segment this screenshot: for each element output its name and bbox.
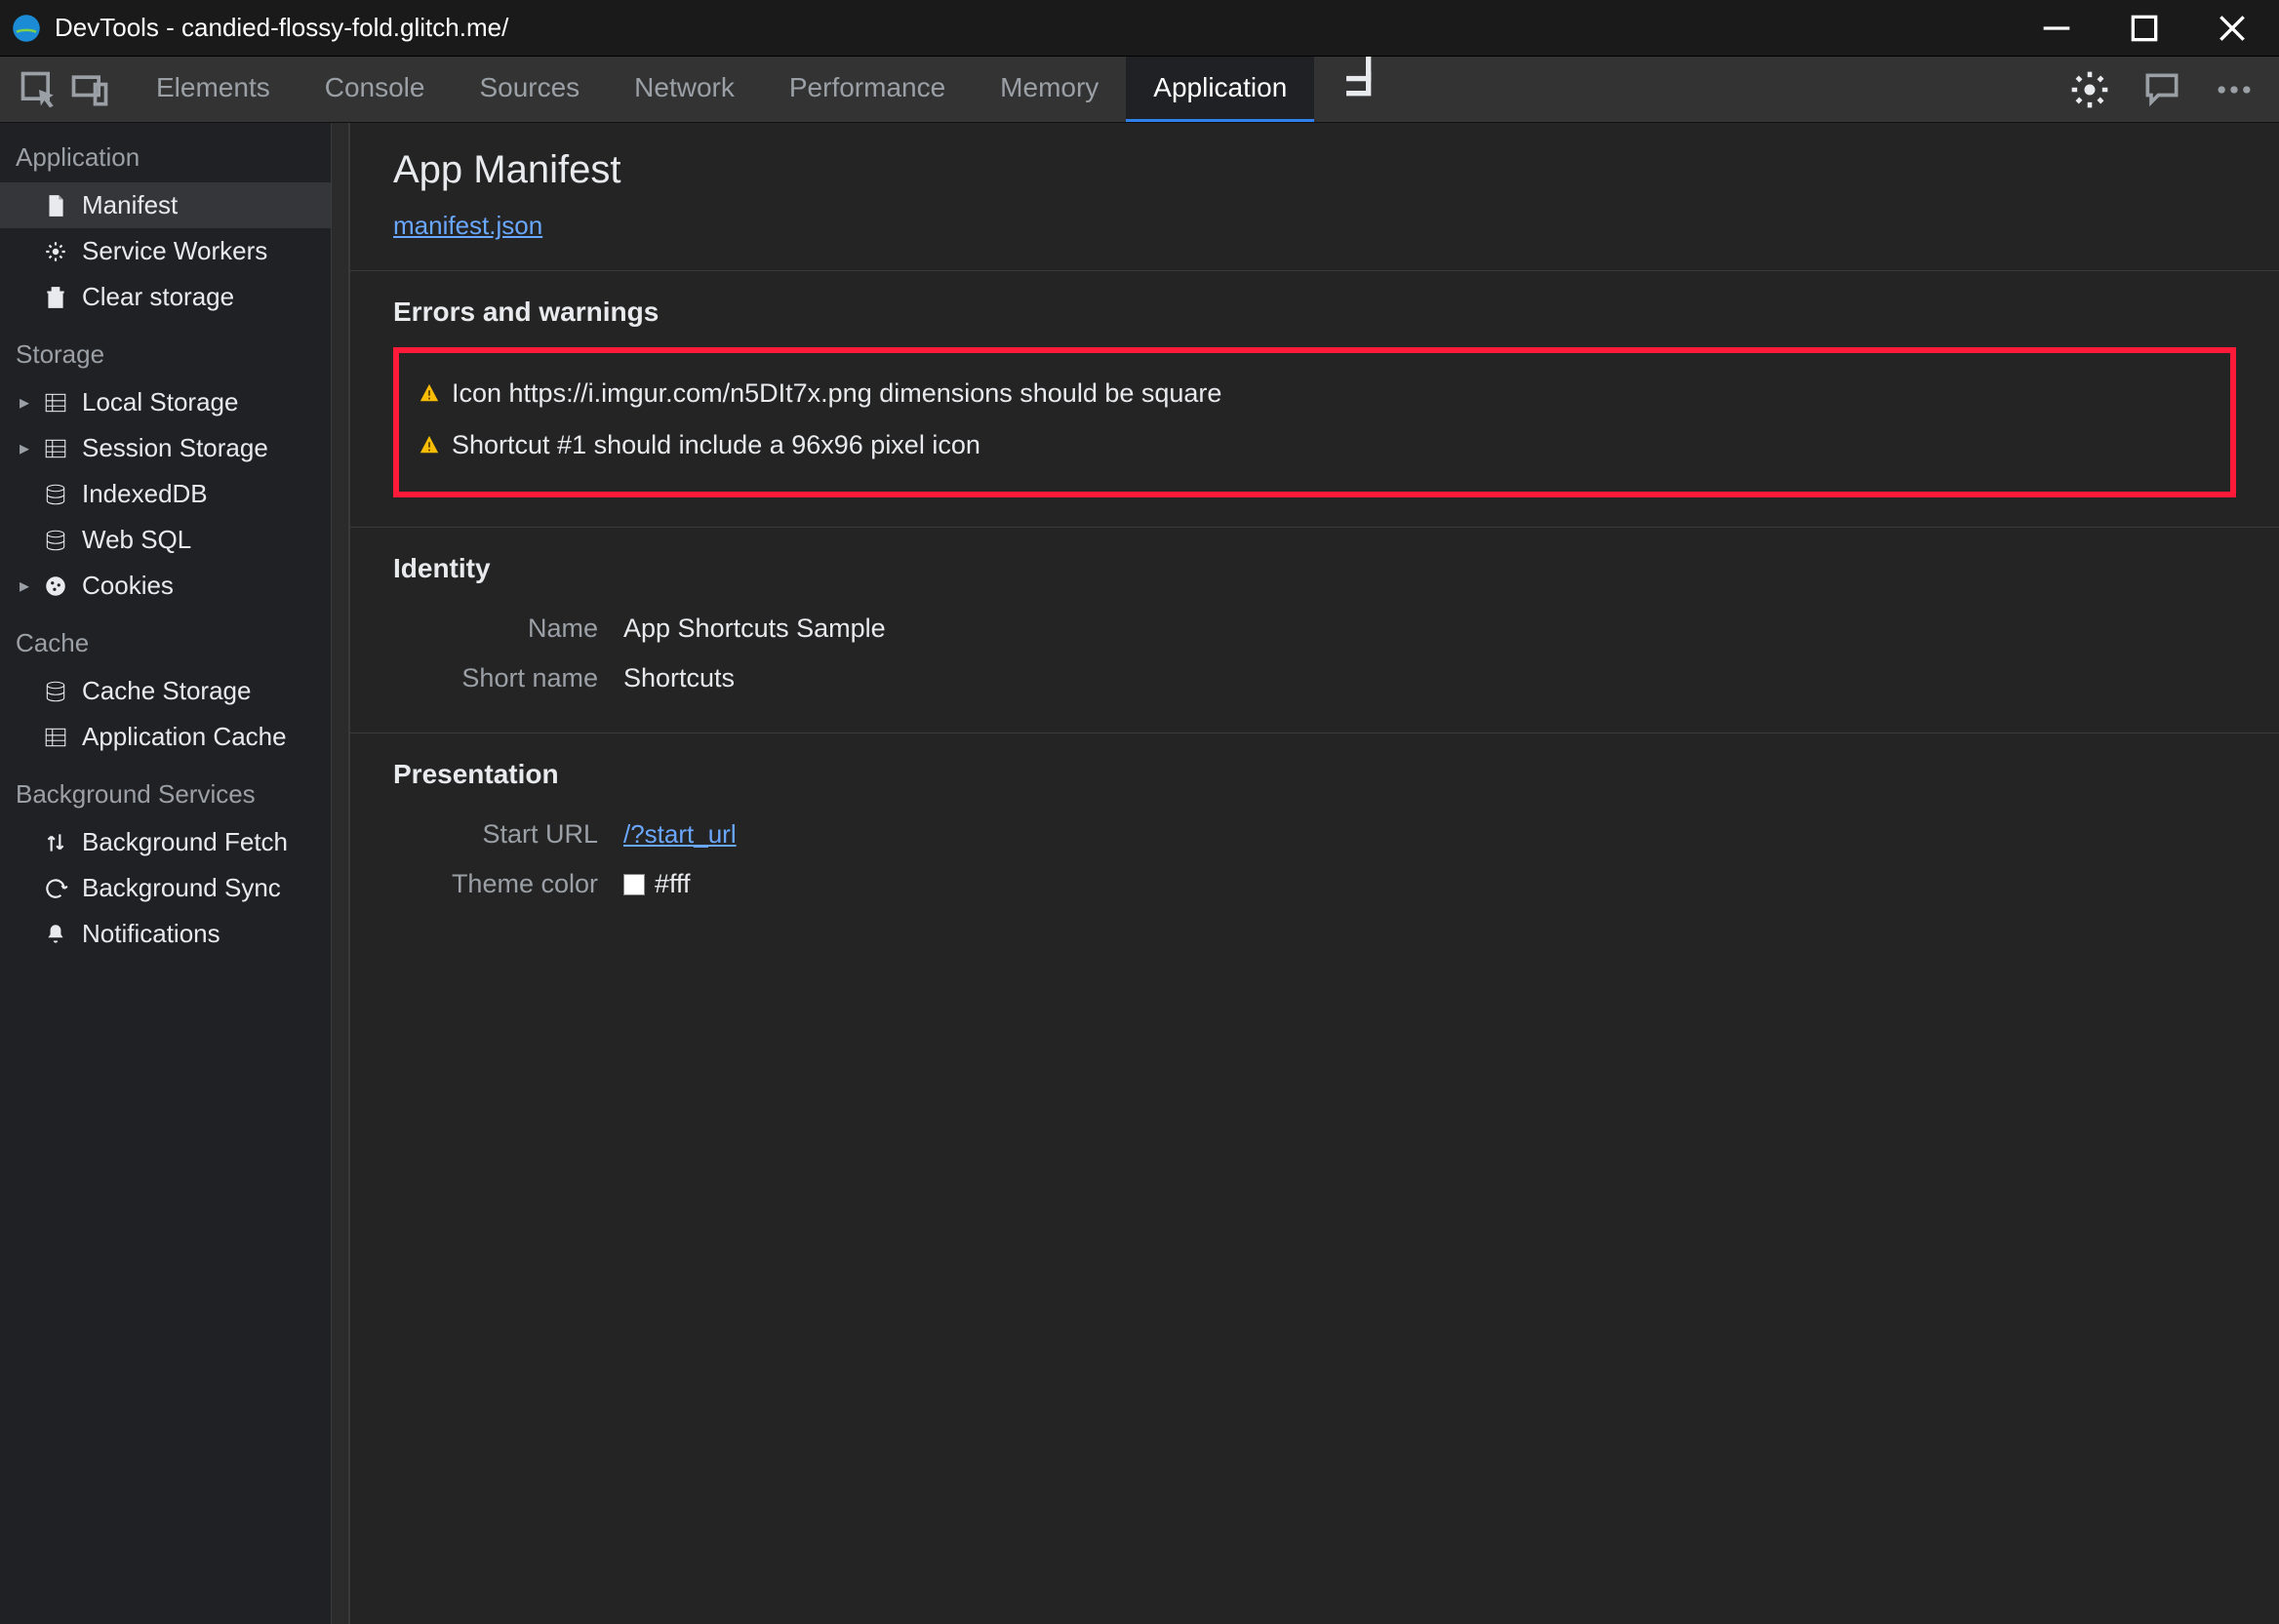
sidebar-item-indexeddb[interactable]: IndexedDB [0, 471, 331, 517]
sidebar-heading-cache: Cache [0, 609, 331, 668]
sidebar-heading-storage: Storage [0, 320, 331, 379]
start-url-label: Start URL [393, 819, 598, 850]
resize-handle[interactable] [332, 123, 349, 1624]
sidebar-item-cookies[interactable]: Cookies [0, 563, 331, 609]
content: App Manifest manifest.json Errors and wa… [349, 123, 2279, 1624]
gear-icon [43, 239, 68, 264]
tab-elements[interactable]: Elements [129, 57, 298, 122]
sidebar-item-label: Session Storage [82, 433, 268, 463]
grid-icon [43, 725, 68, 750]
sync-icon [43, 876, 68, 901]
sidebar-item-application-cache[interactable]: Application Cache [0, 714, 331, 760]
sidebar-item-label: Background Fetch [82, 827, 288, 857]
grid-icon [43, 390, 68, 416]
arrows-vert-icon [43, 830, 68, 855]
warnings-highlight: Icon https://i.imgur.com/n5DIt7x.png dim… [393, 347, 2236, 497]
sidebar-item-background-sync[interactable]: Background Sync [0, 865, 331, 911]
sidebar-item-session-storage[interactable]: Session Storage [0, 425, 331, 471]
window-title: DevTools - candied-flossy-fold.glitch.me… [55, 13, 2031, 43]
tab-application[interactable]: Application [1126, 57, 1314, 122]
tabs: Elements Console Sources Network Perform… [129, 57, 2060, 122]
color-swatch [623, 874, 645, 895]
identity-short-name-value: Shortcuts [623, 663, 735, 693]
toolbar-right [2068, 68, 2261, 111]
theme-color-value: #fff [623, 869, 691, 899]
section-presentation: Presentation Start URL /?start_url Theme… [350, 733, 2279, 938]
database-icon [43, 482, 68, 507]
sidebar-item-label: Web SQL [82, 525, 191, 555]
section-identity: Identity Name App Shortcuts Sample Short… [350, 527, 2279, 733]
tab-network[interactable]: Network [607, 57, 762, 122]
devtools-toolbar: Elements Console Sources Network Perform… [0, 57, 2279, 123]
warning-icon [419, 432, 440, 462]
sidebar-item-label: Notifications [82, 919, 220, 949]
cookie-icon [43, 574, 68, 599]
minimize-button[interactable] [2031, 9, 2082, 48]
sidebar-item-label: Service Workers [82, 236, 267, 266]
tab-memory[interactable]: Memory [973, 57, 1126, 122]
manifest-link[interactable]: manifest.json [393, 211, 542, 240]
document-icon [43, 193, 68, 218]
feedback-icon[interactable] [2140, 68, 2183, 111]
warning-text: Icon https://i.imgur.com/n5DIt7x.png dim… [452, 378, 1221, 409]
sidebar-item-label: Cache Storage [82, 676, 251, 706]
sidebar-item-local-storage[interactable]: Local Storage [0, 379, 331, 425]
database-icon [43, 528, 68, 553]
identity-short-name-label: Short name [393, 663, 598, 693]
warning-row: Shortcut #1 should include a 96x96 pixel… [419, 420, 2211, 472]
bell-icon [43, 922, 68, 947]
sidebar-item-label: Cookies [82, 571, 174, 601]
identity-name-label: Name [393, 614, 598, 644]
identity-heading: Identity [393, 553, 2236, 584]
database-icon [43, 679, 68, 704]
tabs-overflow-icon[interactable] [1314, 57, 1412, 122]
sidebar-item-label: Clear storage [82, 282, 234, 312]
sidebar-heading-bgservices: Background Services [0, 760, 331, 819]
sidebar-item-background-fetch[interactable]: Background Fetch [0, 819, 331, 865]
maximize-button[interactable] [2119, 9, 2170, 48]
sidebar: Application Manifest Service Workers Cle… [0, 123, 332, 1624]
warning-text: Shortcut #1 should include a 96x96 pixel… [452, 430, 980, 460]
sidebar-item-cache-storage[interactable]: Cache Storage [0, 668, 331, 714]
identity-name-value: App Shortcuts Sample [623, 614, 886, 644]
sidebar-item-label: Application Cache [82, 722, 287, 752]
theme-color-label: Theme color [393, 869, 598, 899]
presentation-heading: Presentation [393, 759, 2236, 790]
section-errors: Errors and warnings Icon https://i.imgur… [350, 270, 2279, 527]
sidebar-item-clear-storage[interactable]: Clear storage [0, 274, 331, 320]
titlebar: DevTools - candied-flossy-fold.glitch.me… [0, 0, 2279, 57]
kebab-icon[interactable] [2213, 68, 2256, 111]
start-url-link[interactable]: /?start_url [623, 819, 737, 849]
sidebar-item-label: Local Storage [82, 387, 238, 417]
sidebar-item-web-sql[interactable]: Web SQL [0, 517, 331, 563]
errors-heading: Errors and warnings [393, 297, 2236, 328]
window-controls [2031, 9, 2258, 48]
devtools-app-icon [12, 14, 41, 43]
tab-sources[interactable]: Sources [452, 57, 607, 122]
page-title: App Manifest [393, 148, 2236, 192]
tab-console[interactable]: Console [298, 57, 453, 122]
sidebar-item-label: Background Sync [82, 873, 281, 903]
grid-icon [43, 436, 68, 461]
trash-icon [43, 285, 68, 310]
tab-performance[interactable]: Performance [762, 57, 973, 122]
sidebar-item-manifest[interactable]: Manifest [0, 182, 331, 228]
sidebar-item-label: Manifest [82, 190, 178, 220]
close-button[interactable] [2207, 9, 2258, 48]
device-toggle-icon[interactable] [68, 68, 111, 111]
sidebar-item-label: IndexedDB [82, 479, 208, 509]
theme-color-text: #fff [655, 869, 691, 898]
warning-icon [419, 380, 440, 411]
warning-row: Icon https://i.imgur.com/n5DIt7x.png dim… [419, 369, 2211, 420]
sidebar-item-service-workers[interactable]: Service Workers [0, 228, 331, 274]
sidebar-item-notifications[interactable]: Notifications [0, 911, 331, 957]
sidebar-heading-application: Application [0, 123, 331, 182]
inspect-icon[interactable] [18, 68, 60, 111]
gear-icon[interactable] [2068, 68, 2111, 111]
